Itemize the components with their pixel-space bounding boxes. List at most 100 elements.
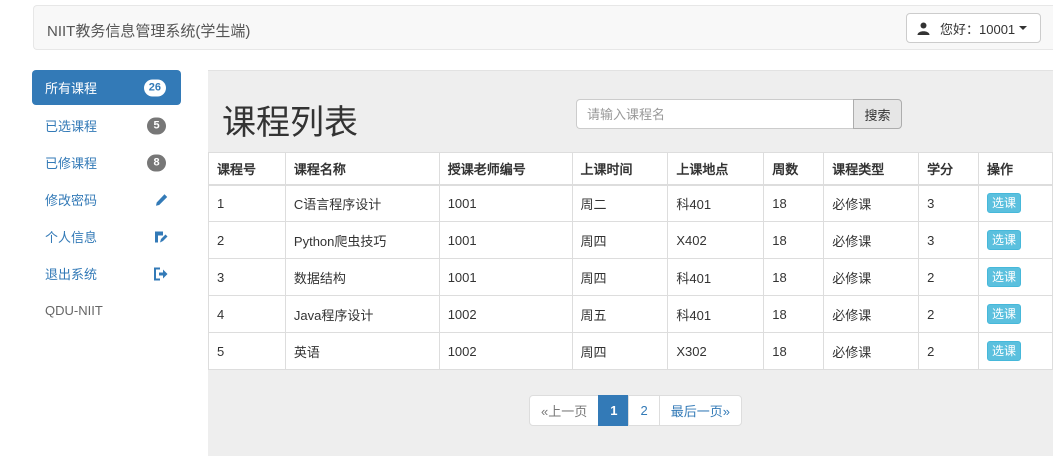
column-header: 操作 xyxy=(978,152,1053,186)
sidebar-item-label: 修改密码 xyxy=(45,193,98,208)
action-cell: 选课 xyxy=(978,184,1053,222)
table-cell: 18 xyxy=(763,258,825,296)
table-cell: 2 xyxy=(208,221,286,259)
brand-title[interactable]: NIIT教务信息管理系统(学生端) xyxy=(47,20,250,41)
select-course-button[interactable]: 选课 xyxy=(987,193,1022,214)
table-cell: X302 xyxy=(667,332,765,370)
table-cell: 必修课 xyxy=(823,332,920,370)
table-cell: 数据结构 xyxy=(284,258,440,296)
sidebar-item-all-courses[interactable]: 所有课程 26 xyxy=(32,70,181,105)
table-cell: 3 xyxy=(918,221,979,259)
table-cell: 必修课 xyxy=(823,258,920,296)
user-edit-icon xyxy=(154,230,168,243)
search-input[interactable] xyxy=(576,99,854,129)
sidebar-item-selected-courses[interactable]: 已选课程 5 xyxy=(32,107,181,144)
table-cell: 必修课 xyxy=(823,184,920,222)
select-course-button[interactable]: 选课 xyxy=(987,304,1022,324)
sidebar-item-change-password[interactable]: 修改密码 xyxy=(32,181,181,218)
action-cell: 选课 xyxy=(978,295,1053,333)
table-cell: X402 xyxy=(667,221,765,259)
column-header: 课程号 xyxy=(208,152,286,186)
sidebar-item-label: 退出系统 xyxy=(45,267,98,282)
table-cell: 1001 xyxy=(438,221,573,259)
table-cell: 3 xyxy=(918,184,979,222)
table-cell: 18 xyxy=(763,332,825,370)
table-cell: 1001 xyxy=(438,184,573,222)
table-cell: 周四 xyxy=(571,221,669,259)
column-header: 课程类型 xyxy=(823,152,920,186)
count-badge: 5 xyxy=(147,117,166,134)
page-title: 课程列表 xyxy=(222,104,358,142)
count-badge: 26 xyxy=(143,79,166,96)
count-badge: 8 xyxy=(147,154,166,171)
sidebar: 所有课程 26 已选课程 5 已修课程 8 修改密码 个人信息 退出系统 QDU… xyxy=(32,70,181,329)
table-cell: Python爬虫技巧 xyxy=(284,221,440,259)
column-header: 授课老师编号 xyxy=(438,152,573,186)
prev-page-button[interactable]: «上一页 xyxy=(529,395,600,426)
table-cell: 科401 xyxy=(667,295,765,333)
column-header: 周数 xyxy=(763,152,825,186)
table-row: 4 Java程序设计 1002 周五 科401 18 必修课 2 选课 xyxy=(208,295,1053,333)
column-header: 上课时间 xyxy=(571,152,669,186)
table-cell: Java程序设计 xyxy=(284,295,440,333)
table-cell: 2 xyxy=(918,258,979,296)
table-cell: 科401 xyxy=(667,184,765,222)
action-cell: 选课 xyxy=(978,258,1053,296)
select-course-button[interactable]: 选课 xyxy=(987,230,1022,250)
table-cell: 1002 xyxy=(438,332,573,370)
table-cell: 周四 xyxy=(571,258,669,296)
top-navbar: NIIT教务信息管理系统(学生端) 您好：10001 xyxy=(33,5,1053,50)
sidebar-item-label: 所有课程 xyxy=(45,81,98,96)
page-button-1[interactable]: 1 xyxy=(598,395,630,426)
table-row: 3 数据结构 1001 周四 科401 18 必修课 2 选课 xyxy=(208,258,1053,296)
select-course-button[interactable]: 选课 xyxy=(987,341,1022,361)
table-cell: 4 xyxy=(208,295,286,333)
table-cell: 必修课 xyxy=(823,295,920,333)
table-cell: 周四 xyxy=(571,332,669,370)
sidebar-item-personal-info[interactable]: 个人信息 xyxy=(32,218,181,255)
sidebar-item-label: 个人信息 xyxy=(45,230,98,245)
table-cell: 周五 xyxy=(571,295,669,333)
pencil-icon xyxy=(155,193,168,206)
user-greeting: 您好：10001 xyxy=(940,21,1016,37)
table-cell: 周二 xyxy=(571,184,669,222)
table-cell: 科401 xyxy=(667,258,765,296)
table-cell: 18 xyxy=(763,184,825,222)
table-cell: 英语 xyxy=(284,332,440,370)
table-row: 2 Python爬虫技巧 1001 周四 X402 18 必修课 3 选课 xyxy=(208,221,1053,259)
column-header: 学分 xyxy=(918,152,979,186)
page-button-2[interactable]: 2 xyxy=(628,395,660,426)
caret-down-icon xyxy=(1019,26,1028,30)
table-cell: 5 xyxy=(208,332,286,370)
last-page-button[interactable]: 最后一页» xyxy=(658,395,742,426)
search-button[interactable]: 搜索 xyxy=(853,99,902,129)
sidebar-item-label: 已修课程 xyxy=(45,156,98,171)
footer-text: QDU-NIIT xyxy=(32,292,181,329)
select-course-button[interactable]: 选课 xyxy=(987,267,1022,287)
table-header-row: 课程号 课程名称 授课老师编号 上课时间 上课地点 周数 课程类型 学分 操作 xyxy=(208,152,1053,186)
column-header: 课程名称 xyxy=(284,152,440,186)
sidebar-item-label: QDU-NIIT xyxy=(45,303,103,318)
user-icon xyxy=(917,22,930,35)
table-cell: 18 xyxy=(763,221,825,259)
table-row: 5 英语 1002 周四 X302 18 必修课 2 选课 xyxy=(208,332,1053,370)
table-cell: C语言程序设计 xyxy=(284,184,440,222)
table-cell: 1001 xyxy=(438,258,573,296)
table-cell: 1 xyxy=(208,184,286,222)
table-cell: 2 xyxy=(918,295,979,333)
sidebar-item-completed-courses[interactable]: 已修课程 8 xyxy=(32,144,181,181)
action-cell: 选课 xyxy=(978,332,1053,370)
sidebar-item-label: 已选课程 xyxy=(45,119,98,134)
main-content: 课程列表 搜索 课程号 课程名称 授课老师编号 上课时间 上课地点 周数 课程类… xyxy=(208,70,1053,456)
table-cell: 18 xyxy=(763,295,825,333)
course-table: 课程号 课程名称 授课老师编号 上课时间 上课地点 周数 课程类型 学分 操作 … xyxy=(208,152,1053,370)
user-menu-button[interactable]: 您好：10001 xyxy=(906,13,1041,43)
table-row: 1 C语言程序设计 1001 周二 科401 18 必修课 3 选课 xyxy=(208,184,1053,222)
sidebar-item-logout[interactable]: 退出系统 xyxy=(32,255,181,292)
pagination: «上一页 1 2 最后一页» xyxy=(529,395,742,426)
table-cell: 1002 xyxy=(438,295,573,333)
logout-icon xyxy=(154,267,168,280)
table-cell: 2 xyxy=(918,332,979,370)
action-cell: 选课 xyxy=(978,221,1053,259)
table-cell: 必修课 xyxy=(823,221,920,259)
